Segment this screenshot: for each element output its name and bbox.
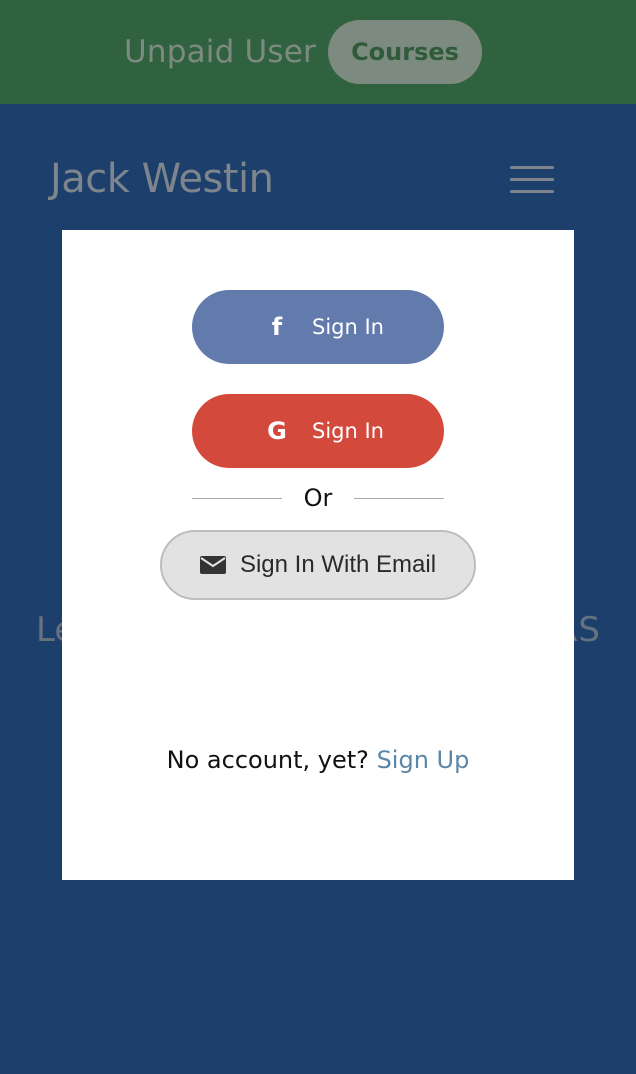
signup-prompt-text: No account, yet?	[166, 746, 369, 774]
google-icon: G	[267, 417, 287, 445]
top-bar: Unpaid User Courses	[0, 0, 636, 104]
google-sign-in-button[interactable]: G Sign In	[192, 394, 444, 468]
signup-prompt: No account, yet? Sign Up	[162, 740, 474, 780]
divider-line-right	[354, 498, 444, 499]
google-sign-in-label: Sign In	[312, 419, 384, 443]
facebook-sign-in-button[interactable]: f Sign In	[192, 290, 444, 364]
courses-button[interactable]: Courses	[328, 20, 482, 84]
or-divider: Or	[192, 482, 444, 516]
brand-logo[interactable]: Jack Westin	[50, 156, 274, 202]
hamburger-menu-icon[interactable]	[510, 166, 554, 194]
email-sign-in-label: Sign In With Email	[239, 551, 437, 578]
user-status-label: Unpaid User	[123, 34, 316, 70]
signup-link[interactable]: Sign Up	[377, 746, 470, 774]
email-sign-in-button[interactable]: Sign In With Email	[160, 530, 476, 600]
sign-in-modal: f Sign In G Sign In Or Sign In With Emai…	[62, 230, 574, 880]
envelope-icon	[199, 556, 226, 574]
facebook-icon: f	[271, 313, 283, 341]
facebook-sign-in-label: Sign In	[312, 315, 384, 339]
